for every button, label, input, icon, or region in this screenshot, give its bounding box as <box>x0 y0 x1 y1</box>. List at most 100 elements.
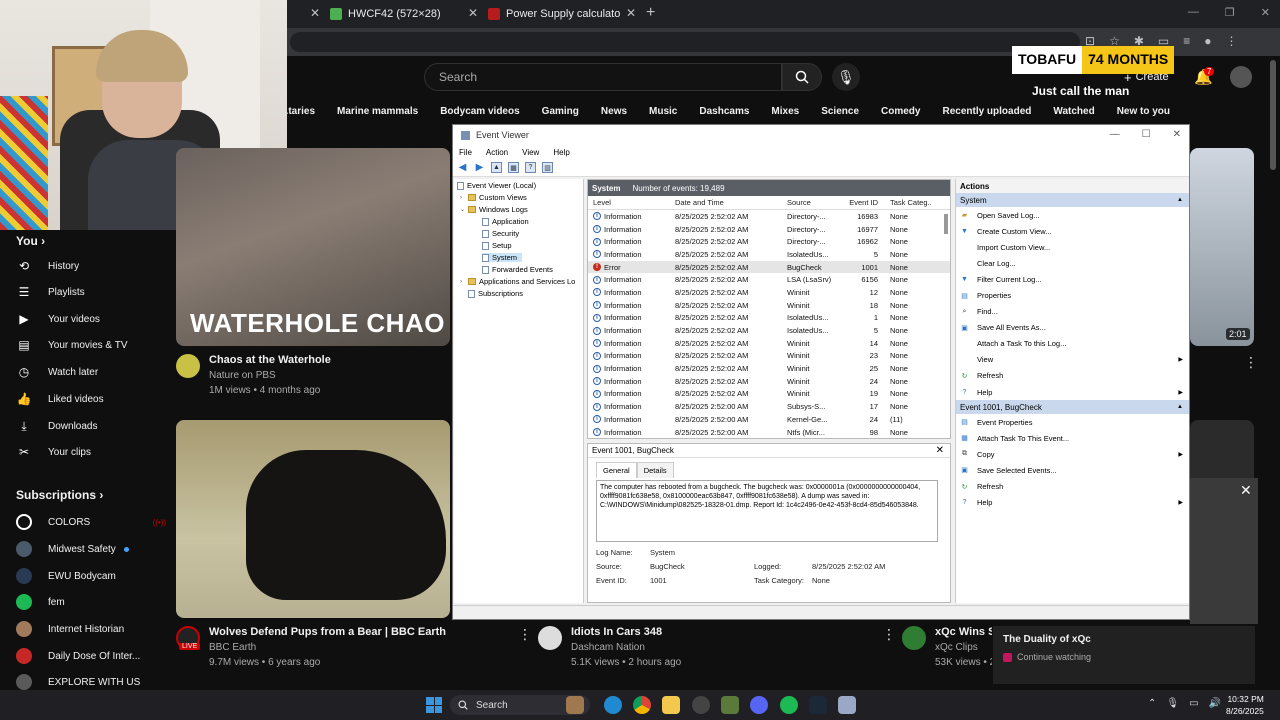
omnibox[interactable] <box>290 32 1080 52</box>
miniplayer[interactable]: The Duality of xQc Continue watching <box>993 626 1255 684</box>
collapse-triangle-icon[interactable]: ▲ <box>1177 197 1183 203</box>
action-filter-current-log[interactable]: ▼ Filter Current Log... <box>956 271 1189 287</box>
action-import-custom-view[interactable]: Import Custom View... <box>956 239 1189 255</box>
video-title[interactable]: Idiots In Cars 348 <box>571 626 681 638</box>
youtube-search-input[interactable]: Search <box>424 63 782 91</box>
media-icon[interactable]: ≡ <box>1183 34 1190 48</box>
sidebar-sub-internet-historian[interactable]: Internet Historian <box>16 619 166 639</box>
action-clear-log[interactable]: Clear Log... <box>956 255 1189 271</box>
youtube-search-button[interactable] <box>782 63 822 91</box>
app-icon-gear[interactable] <box>692 696 710 714</box>
profile-avatar[interactable] <box>1230 66 1252 88</box>
sidebar-sub-explore-with-us[interactable]: EXPLORE WITH US <box>16 672 166 692</box>
chip-news[interactable]: News <box>597 102 631 124</box>
video-title[interactable]: Wolves Defend Pups from a Bear | BBC Ear… <box>209 626 446 638</box>
sidebar-sub-fem[interactable]: fem <box>16 592 166 612</box>
video-channel[interactable]: xQc Clips <box>935 642 992 653</box>
tree-node-application[interactable]: Application <box>482 217 529 226</box>
table-row[interactable]: i Information 8/25/2025 2:52:02 AM Director… <box>588 223 950 236</box>
close-tab-icon[interactable]: ✕ <box>626 6 636 20</box>
table-row[interactable]: i Information 8/25/2025 2:52:00 AM Kernel-G… <box>588 413 950 426</box>
column-source[interactable]: Source <box>782 198 844 207</box>
show-hide-action-pane-icon[interactable]: ▥ <box>542 162 553 173</box>
file-explorer-icon[interactable] <box>662 696 680 714</box>
tree-node-custom-views[interactable]: › Custom Views <box>460 193 527 202</box>
action-open-saved-log[interactable]: ▰ Open Saved Log... <box>956 207 1189 223</box>
more-options-icon[interactable]: ⋮ <box>882 626 896 643</box>
spotify-icon[interactable] <box>780 696 798 714</box>
tab-details[interactable]: Details <box>636 462 674 478</box>
browser-tab-psu-calculator[interactable]: Power Supply calculator - calc ✕ <box>488 3 636 25</box>
widget-icon[interactable] <box>566 696 584 714</box>
tab-general[interactable]: General <box>596 462 637 478</box>
action-help[interactable]: ? Help ▶ <box>956 384 1189 400</box>
table-row[interactable]: i Information 8/25/2025 2:52:02 AM Director… <box>588 210 950 223</box>
tree-node-security[interactable]: Security <box>482 229 519 238</box>
menu-file[interactable]: File <box>459 148 472 157</box>
column-event-id[interactable]: Event ID <box>844 198 882 207</box>
steam-icon[interactable] <box>809 696 827 714</box>
clock[interactable]: 10:32 PM 8/26/2025 <box>1226 693 1264 717</box>
sidebar-item-movies[interactable]: ▤ Your movies & TV <box>16 335 166 355</box>
collapse-triangle-icon[interactable]: ▲ <box>1177 404 1183 410</box>
chip-comedy[interactable]: Comedy <box>877 102 924 124</box>
table-row[interactable]: i Information 8/25/2025 2:52:02 AM Wininit 2… <box>588 375 950 388</box>
action-attach-task-to-this-event[interactable]: ▦ Attach Task To This Event... <box>956 430 1189 446</box>
miniplayer-video[interactable] <box>1190 478 1258 624</box>
tree-node-subscriptions[interactable]: Subscriptions <box>468 289 523 298</box>
menu-view[interactable]: View <box>522 148 539 157</box>
more-options-icon[interactable]: ⋮ <box>1244 354 1258 371</box>
table-row[interactable]: i Information 8/25/2025 2:52:02 AM Wininit 2… <box>588 350 950 363</box>
app-icon-green[interactable] <box>721 696 739 714</box>
sidebar-item-playlists[interactable]: ☰ Playlists <box>16 282 166 302</box>
sidebar-item-history[interactable]: ⟲ History <box>16 256 166 276</box>
chip-mixes[interactable]: Mixes <box>767 102 803 124</box>
sidebar-sub-ewu-bodycam[interactable]: EWU Bodycam <box>16 566 166 586</box>
sidebar-sub-daily-dose[interactable]: Daily Dose Of Inter... <box>16 646 166 666</box>
expand-chevron-icon[interactable]: › <box>460 195 468 201</box>
browser-tab-hwcf42[interactable]: HWCF42 (572×28) ✕ <box>330 3 478 25</box>
menu-action[interactable]: Action <box>486 148 508 157</box>
action-create-custom-view[interactable]: ▼ Create Custom View... <box>956 223 1189 239</box>
forward-arrow-icon[interactable]: ▶ <box>474 162 485 173</box>
actions-section-system[interactable]: System ▲ <box>956 193 1189 207</box>
maximize-icon[interactable]: ☐ <box>1142 129 1151 140</box>
miniplayer-close-icon[interactable]: ✕ <box>1240 482 1252 499</box>
action-refresh[interactable]: ↻ Refresh <box>956 368 1189 384</box>
action-properties[interactable]: ▤ Properties <box>956 287 1189 303</box>
column-task-category[interactable]: Task Categ... <box>882 198 932 207</box>
action-view[interactable]: View ▶ <box>956 352 1189 368</box>
close-icon[interactable]: ✕ <box>936 445 944 456</box>
sidebar-sub-colors[interactable]: COLORS ((•)) <box>16 512 166 532</box>
menu-kebab-icon[interactable]: ⋮ <box>1226 34 1238 48</box>
profile-avatar-icon[interactable]: ● <box>1204 34 1211 48</box>
tree-node-forwarded-events[interactable]: Forwarded Events <box>482 265 553 274</box>
event-viewer-titlebar[interactable]: Event Viewer — ☐ ✕ <box>453 125 1189 145</box>
sidebar-item-downloads[interactable]: ⤓ Downloads <box>16 416 166 436</box>
voice-search-button[interactable]: 🎙 <box>832 63 860 91</box>
show-hide-tree-icon[interactable]: ▦ <box>508 162 519 173</box>
table-row[interactable]: i Information 8/25/2025 2:52:02 AM Wininit 1… <box>588 337 950 350</box>
video-thumbnail-right[interactable] <box>1190 148 1254 346</box>
action-refresh[interactable]: ↻ Refresh <box>956 479 1189 495</box>
action-save-selected-events[interactable]: ▣ Save Selected Events... <box>956 462 1189 478</box>
action-attach-a-task-to-this-log[interactable]: Attach a Task To this Log... <box>956 336 1189 352</box>
action-event-properties[interactable]: ▤ Event Properties <box>956 414 1189 430</box>
discord-icon[interactable] <box>750 696 768 714</box>
column-date-time[interactable]: Date and Time <box>670 198 782 207</box>
folder-up-icon[interactable]: ▲ <box>491 162 502 173</box>
network-icon[interactable]: ▭ <box>1189 698 1198 709</box>
sidebar-item-your-videos[interactable]: ▶ Your videos <box>16 309 166 329</box>
tree-node-applications-services[interactable]: › Applications and Services Lo <box>460 277 575 286</box>
event-description[interactable]: The computer has rebooted from a bugchec… <box>596 480 938 542</box>
chip-science[interactable]: Science <box>817 102 863 124</box>
actions-section-event[interactable]: Event 1001, BugCheck ▲ <box>956 400 1189 415</box>
sidebar-item-liked-videos[interactable]: 👍 Liked videos <box>16 389 166 409</box>
action-find[interactable]: ⌕ Find... <box>956 304 1189 320</box>
event-list-scrollbar[interactable] <box>944 214 948 234</box>
minimize-icon[interactable]: — <box>1188 6 1199 19</box>
new-tab-icon[interactable]: + <box>646 4 655 22</box>
video-thumbnail-waterhole[interactable]: WATERHOLE CHAO <box>176 148 450 346</box>
browser-tab-active[interactable]: ✕ <box>300 3 320 25</box>
table-row[interactable]: i Information 8/25/2025 2:52:00 AM Ntfs (Mi… <box>588 426 950 438</box>
